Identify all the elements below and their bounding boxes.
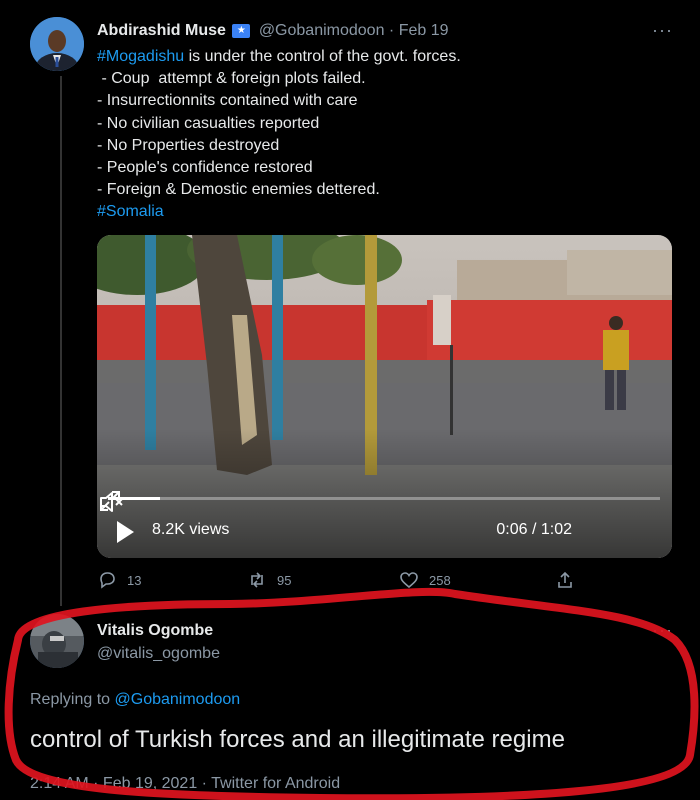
- video-progress-bar[interactable]: [108, 497, 660, 500]
- video-time: 0:06 / 1:02: [496, 521, 572, 538]
- video-player[interactable]: 8.2K views 0:06 / 1:02: [97, 235, 672, 558]
- reply-text: control of Turkish forces and an illegit…: [30, 726, 565, 753]
- heart-icon: [400, 572, 418, 589]
- tweet-line: - Foreign & Demostic enemies dettered.: [97, 181, 380, 199]
- separator: ·: [388, 22, 395, 39]
- play-icon[interactable]: [117, 521, 134, 543]
- reply-author-photo: [30, 614, 84, 668]
- thread-line: [60, 76, 62, 606]
- replying-prefix: Replying to: [30, 691, 115, 708]
- tweet-date[interactable]: Feb 19: [399, 22, 449, 39]
- tweet-text: #Mogadishu is under the control of the g…: [97, 46, 461, 224]
- verified-badge-icon: ★: [232, 23, 251, 38]
- replying-to: Replying to @Gobanimodoon: [30, 691, 240, 709]
- fullscreen-icon[interactable]: [97, 488, 123, 514]
- video-views: 8.2K views: [152, 521, 230, 538]
- author-avatar[interactable]: [30, 17, 84, 71]
- reply-more-options-icon[interactable]: ···: [652, 620, 673, 641]
- hashtag-mogadishu[interactable]: #Mogadishu: [97, 48, 184, 65]
- author-photo: [30, 17, 84, 71]
- retweet-count: 95: [277, 572, 292, 588]
- more-options-icon[interactable]: ···: [652, 20, 673, 41]
- share-action[interactable]: [555, 570, 585, 590]
- reply-author-avatar[interactable]: [30, 614, 84, 668]
- reply-author-handle[interactable]: @vitalis_ogombe: [97, 645, 220, 663]
- share-icon: [558, 571, 572, 588]
- reply-icon: [100, 572, 115, 589]
- reply-meta[interactable]: 2:14 AM · Feb 19, 2021 · Twitter for And…: [30, 775, 340, 793]
- reply-count: 13: [127, 572, 142, 588]
- tweet-line: is under the control of the govt. forces…: [184, 48, 461, 65]
- tweet-line: - No Properties destroyed: [97, 136, 280, 154]
- replying-to-link[interactable]: @Gobanimodoon: [115, 691, 241, 708]
- like-action[interactable]: 258: [399, 570, 451, 590]
- like-count: 258: [429, 572, 451, 588]
- reply-action[interactable]: 13: [97, 570, 141, 590]
- tweet-header: Abdirashid Muse ★ @Gobanimodoon · Feb 19: [97, 22, 449, 40]
- tweet-actions: 13 95 258: [97, 570, 577, 594]
- author-handle[interactable]: @Gobanimodoon: [259, 22, 385, 39]
- retweet-action[interactable]: 95: [247, 570, 291, 590]
- retweet-icon: [251, 572, 263, 588]
- hashtag-somalia[interactable]: #Somalia: [97, 203, 164, 220]
- tweet-line: - No civilian casualties reported: [97, 114, 320, 132]
- tweet-line: - Insurrectionnits contained with care: [97, 92, 358, 110]
- author-name[interactable]: Abdirashid Muse: [97, 22, 226, 39]
- reply-author-name[interactable]: Vitalis Ogombe: [97, 622, 213, 640]
- video-controls: 8.2K views 0:06 / 1:02: [97, 488, 672, 558]
- tweet-line: - People's confidence restored: [97, 159, 313, 177]
- tweet-line: - Coup attempt & foreign plots failed.: [97, 70, 366, 88]
